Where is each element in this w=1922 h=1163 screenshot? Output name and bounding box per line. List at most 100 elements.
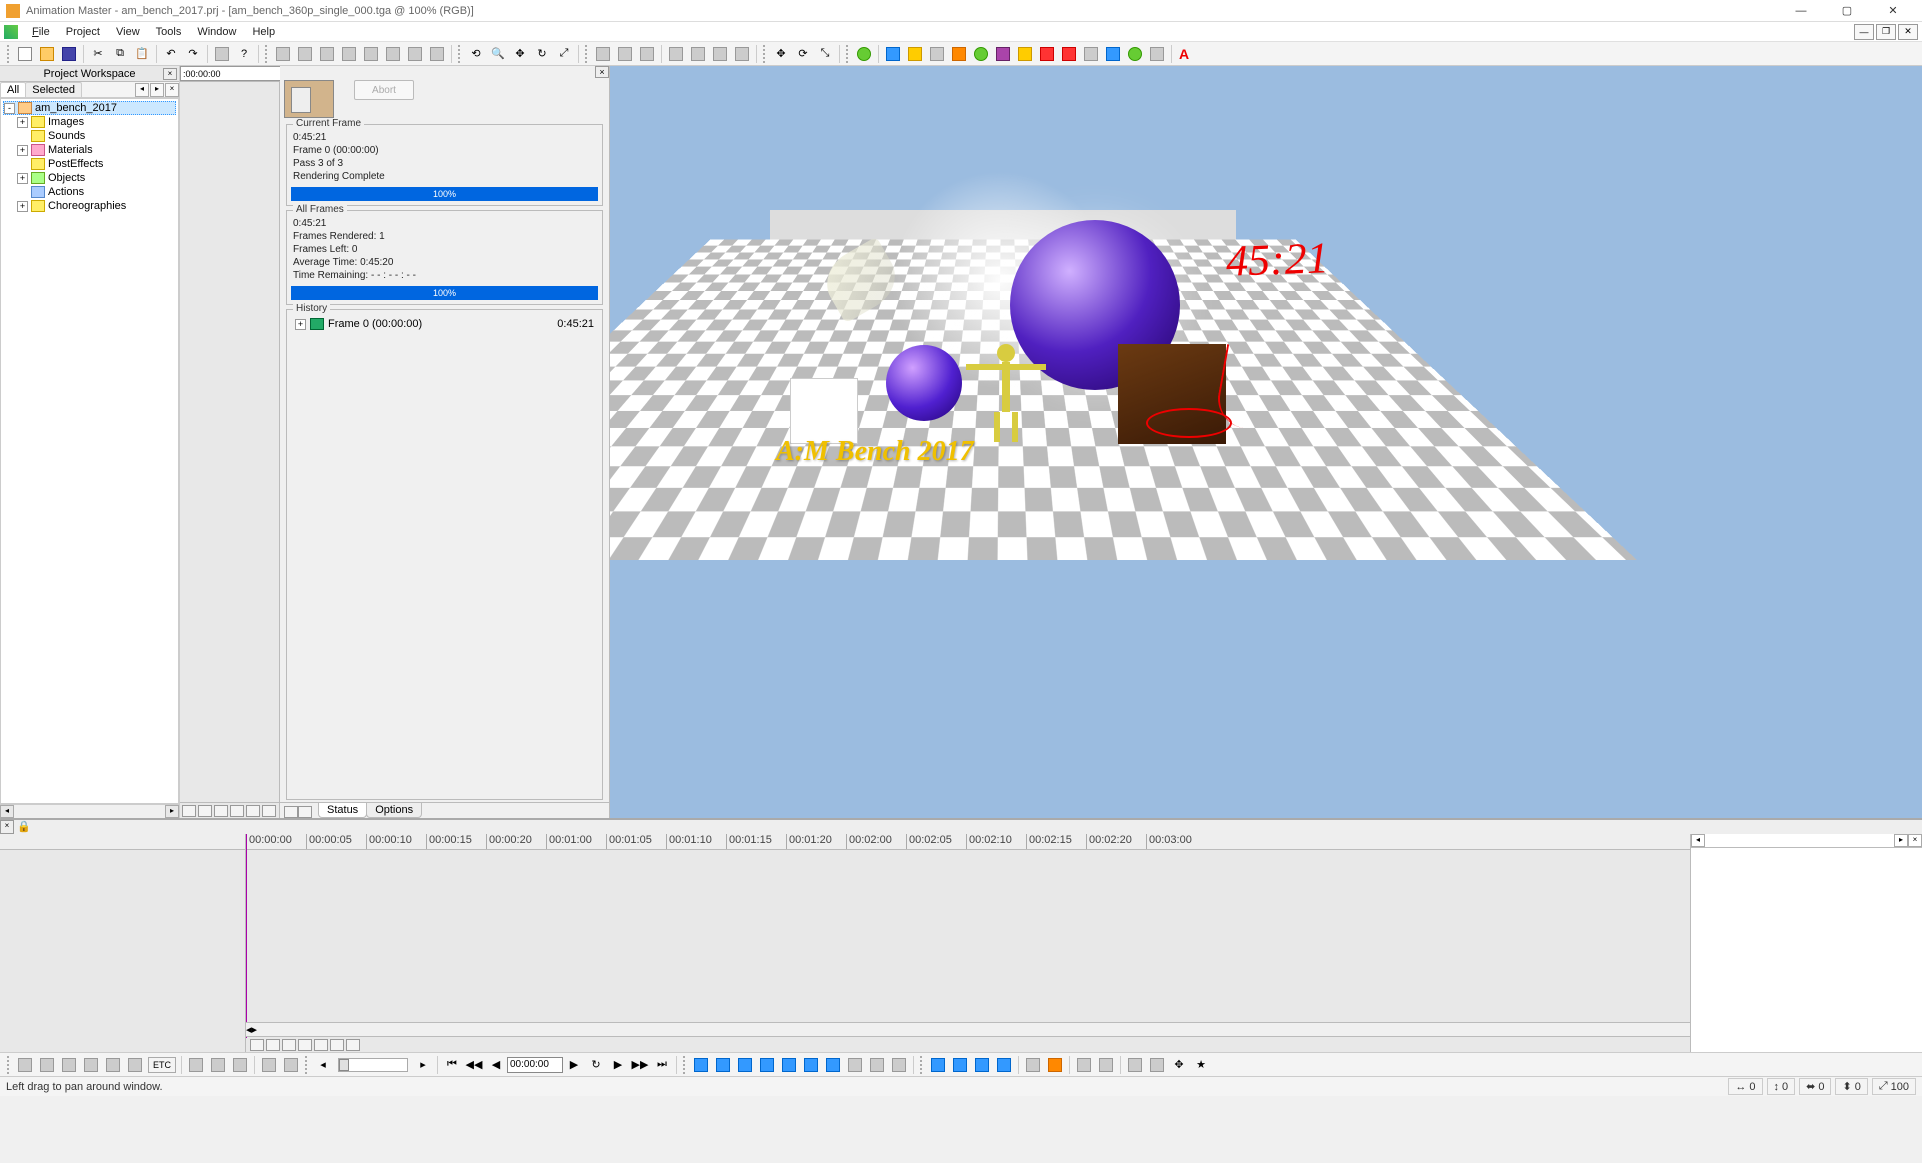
mdi-restore[interactable]: ❐	[1876, 24, 1896, 40]
first-frame[interactable]: ⏮	[442, 1055, 462, 1075]
pb-tool-11[interactable]	[281, 1055, 301, 1075]
pb-tool-10[interactable]	[259, 1055, 279, 1075]
redo-button[interactable]: ↷	[183, 44, 203, 64]
prim-tool-12[interactable]: ★	[1191, 1055, 1211, 1075]
a-button[interactable]: A	[1176, 44, 1196, 64]
viewport[interactable]: A:M Bench 2017 45:21	[610, 66, 1922, 818]
key-tool-5[interactable]	[779, 1055, 799, 1075]
etc-button[interactable]: ETC	[148, 1057, 176, 1073]
tl-bot-5[interactable]	[314, 1039, 328, 1051]
key-tool-7[interactable]	[823, 1055, 843, 1075]
toolbar-grip[interactable]	[7, 45, 11, 63]
color-tool-7[interactable]	[1015, 44, 1035, 64]
key-tool-2[interactable]	[713, 1055, 733, 1075]
move-tool[interactable]: ✥	[771, 44, 791, 64]
menu-view[interactable]: View	[108, 24, 148, 40]
expand-icon[interactable]: +	[17, 117, 28, 128]
prim-tool-4[interactable]	[994, 1055, 1014, 1075]
play[interactable]: ▶	[564, 1055, 584, 1075]
tab-nav-left[interactable]: ◂	[135, 83, 149, 97]
edit-tool-1[interactable]	[593, 44, 613, 64]
mini-timeline-body[interactable]	[180, 82, 279, 802]
timeline-left-pane[interactable]	[0, 834, 246, 1052]
playback-time[interactable]	[507, 1057, 563, 1073]
menu-window[interactable]: Window	[189, 24, 244, 40]
tool-2[interactable]	[295, 44, 315, 64]
expand-icon[interactable]: +	[17, 145, 28, 156]
color-tool-11[interactable]	[1103, 44, 1123, 64]
key-tool-3[interactable]	[735, 1055, 755, 1075]
tree-item-images[interactable]: + Images	[3, 115, 176, 129]
render-tab-btn-1[interactable]	[284, 806, 298, 818]
color-tool-10[interactable]	[1081, 44, 1101, 64]
globe-button[interactable]	[854, 44, 874, 64]
tool-8[interactable]	[427, 44, 447, 64]
color-tool-12[interactable]	[1125, 44, 1145, 64]
pb-grip-3[interactable]	[683, 1056, 687, 1074]
panel-close[interactable]: ×	[163, 68, 177, 80]
expand-icon[interactable]: +	[17, 201, 28, 212]
render-tool-4[interactable]: ↻	[532, 44, 552, 64]
tree-item-posteffects[interactable]: PostEffects	[3, 157, 176, 171]
render-tab-btn-2[interactable]	[298, 806, 312, 818]
edit-tool-2[interactable]	[615, 44, 635, 64]
prim-tool-1[interactable]	[928, 1055, 948, 1075]
loop[interactable]: ↻	[586, 1055, 606, 1075]
save-button[interactable]	[59, 44, 79, 64]
undo-button[interactable]: ↶	[161, 44, 181, 64]
tree-item-objects[interactable]: + Objects	[3, 171, 176, 185]
tree-item-sounds[interactable]: Sounds	[3, 129, 176, 143]
tool-7[interactable]	[405, 44, 425, 64]
pb-tool-9[interactable]	[230, 1055, 250, 1075]
timeline-main[interactable]: 00:00:0000:00:0500:00:1000:00:1500:00:20…	[246, 834, 1690, 1052]
key-tool-6[interactable]	[801, 1055, 821, 1075]
key-tool-4[interactable]	[757, 1055, 777, 1075]
prim-tool-7[interactable]	[1074, 1055, 1094, 1075]
rotate-tool[interactable]: ⟳	[793, 44, 813, 64]
key-tool-9[interactable]	[867, 1055, 887, 1075]
toolbar-grip-5[interactable]	[763, 45, 767, 63]
expand-icon[interactable]: -	[4, 103, 15, 114]
color-tool-2[interactable]	[905, 44, 925, 64]
expand-icon[interactable]: +	[17, 173, 28, 184]
next-key[interactable]: ▶▶	[630, 1055, 650, 1075]
copy-button[interactable]: ⧉	[110, 44, 130, 64]
timeline-right-pane[interactable]: ◂ ▸ ×	[1690, 834, 1922, 1052]
menu-tools[interactable]: Tools	[148, 24, 190, 40]
color-tool-8[interactable]	[1037, 44, 1057, 64]
pb-grip-4[interactable]	[920, 1056, 924, 1074]
prev-key[interactable]: ◀◀	[464, 1055, 484, 1075]
new-button[interactable]	[15, 44, 35, 64]
toolbar-grip-6[interactable]	[846, 45, 850, 63]
render-tool-1[interactable]: ⟲	[466, 44, 486, 64]
mini-btn-3[interactable]	[214, 805, 228, 817]
pb-grip-1[interactable]	[7, 1056, 11, 1074]
tree-item-actions[interactable]: Actions	[3, 185, 176, 199]
tab-nav-close[interactable]: ×	[165, 83, 179, 97]
tool-6[interactable]	[383, 44, 403, 64]
render-tool-5[interactable]: ⤢	[554, 44, 574, 64]
prim-tool-10[interactable]	[1147, 1055, 1167, 1075]
pb-tool-5[interactable]	[103, 1055, 123, 1075]
tl-bot-4[interactable]	[298, 1039, 312, 1051]
close-button[interactable]: ✕	[1870, 0, 1916, 22]
tl-bot-3[interactable]	[282, 1039, 296, 1051]
tree-root[interactable]: - am_bench_2017	[3, 101, 176, 115]
toolbar-grip-3[interactable]	[458, 45, 462, 63]
timeline-ruler[interactable]: 00:00:0000:00:0500:00:1000:00:1500:00:20…	[246, 834, 1690, 850]
tree-item-choreographies[interactable]: + Choreographies	[3, 199, 176, 213]
tl-bot-7[interactable]	[346, 1039, 360, 1051]
color-tool-9[interactable]	[1059, 44, 1079, 64]
maximize-button[interactable]: ▢	[1824, 0, 1870, 22]
next-frame[interactable]: ▶	[608, 1055, 628, 1075]
prim-tool-5[interactable]	[1023, 1055, 1043, 1075]
project-tree[interactable]: - am_bench_2017 + Images Sounds + Materi…	[0, 98, 179, 804]
edit-tool-5[interactable]	[688, 44, 708, 64]
edit-tool-3[interactable]	[637, 44, 657, 64]
tool-3[interactable]	[317, 44, 337, 64]
render-tool-2[interactable]: 🔍	[488, 44, 508, 64]
tool-4[interactable]	[339, 44, 359, 64]
color-tool-6[interactable]	[993, 44, 1013, 64]
prim-tool-9[interactable]	[1125, 1055, 1145, 1075]
pb-tool-4[interactable]	[81, 1055, 101, 1075]
